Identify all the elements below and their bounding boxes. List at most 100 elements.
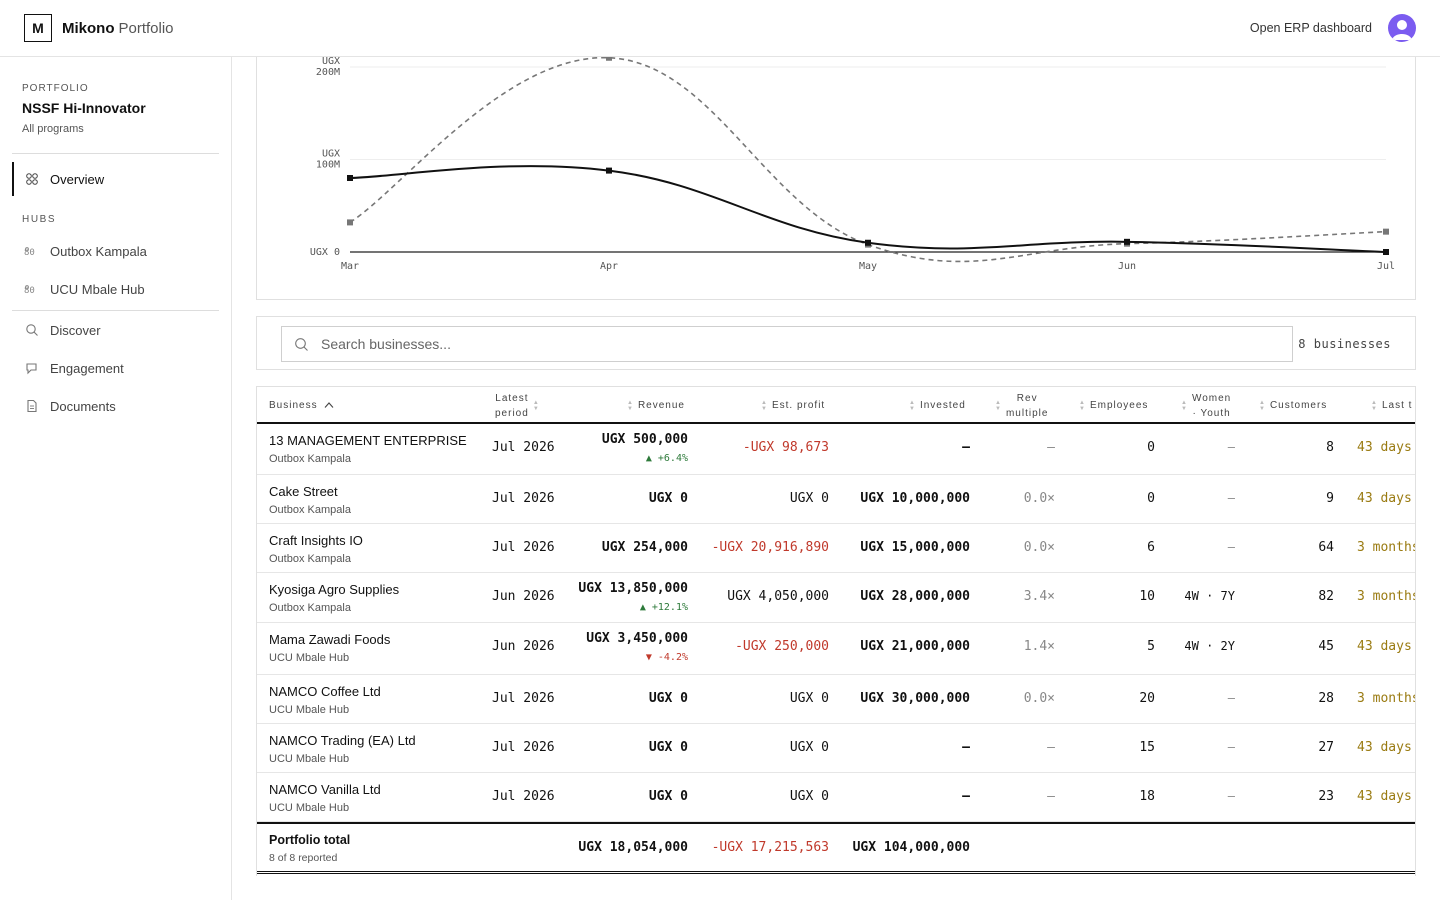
rev-multiple-value: 0.0× xyxy=(1023,691,1055,706)
latest-period: Jul 2026 xyxy=(492,540,555,555)
sort-icon: ▲ ▼ xyxy=(909,399,916,412)
business-hub: Outbox Kampala xyxy=(269,453,351,465)
hub-icon: 80 xyxy=(24,281,40,297)
sidebar-item-discover[interactable]: Discover xyxy=(12,313,219,347)
sidebar-item-documents[interactable]: Documents xyxy=(12,389,219,423)
employees-value: 20 xyxy=(1139,691,1155,706)
sort-icon: ▲ ▼ xyxy=(995,399,1002,412)
revenue-delta: ▲ +6.4% xyxy=(645,453,688,464)
business-name: Craft Insights IO xyxy=(269,533,363,548)
revenue-value: UGX 0 xyxy=(648,491,688,506)
sidebar-item-ucu-mbale-hub[interactable]: 80 UCU Mbale Hub xyxy=(12,272,219,306)
sidebar-item-outbox-kampala[interactable]: 80 Outbox Kampala xyxy=(12,234,219,268)
customers-value: 28 xyxy=(1318,691,1334,706)
column-header-revenue[interactable]: ▲ ▼ Revenue xyxy=(623,387,685,424)
customers-value: 27 xyxy=(1318,740,1334,755)
revenue-value: UGX 13,850,000 xyxy=(578,581,688,596)
portfolio-sub: All programs xyxy=(22,123,84,135)
user-icon xyxy=(1392,20,1412,40)
column-header-employees[interactable]: ▲ ▼ Employees xyxy=(1075,387,1148,424)
table-row[interactable]: NAMCO Trading (EA) Ltd UCU Mbale Hub Jul 2… xyxy=(257,724,1415,773)
brand: Mikono Portfolio xyxy=(62,20,174,37)
table-row[interactable]: NAMCO Coffee Ltd UCU Mbale Hub Jul 2026 UGX… xyxy=(257,675,1416,724)
latest-period: Jun 2026 xyxy=(492,589,555,604)
column-label-line: period xyxy=(495,407,529,419)
sidebar-item-engagement[interactable]: Engagement xyxy=(12,351,219,385)
customers-value: 9 xyxy=(1326,491,1334,506)
last-update-value: 43 days xyxy=(1357,789,1412,804)
profit-value: UGX 4,050,000 xyxy=(727,589,829,604)
rev-multiple-value: — xyxy=(1047,740,1055,755)
customers-value: 64 xyxy=(1318,540,1334,555)
women-youth-value: — xyxy=(1227,740,1235,754)
profit-value: -UGX 250,000 xyxy=(735,639,829,654)
invested-value: — xyxy=(962,440,970,455)
column-header-invested[interactable]: ▲ ▼ Invested xyxy=(905,387,966,424)
hub-icon: 80 xyxy=(24,243,40,259)
column-header-est-profit[interactable]: ▲ ▼ Est. profit xyxy=(757,387,825,424)
employees-value: 0 xyxy=(1147,440,1155,455)
column-header-rev-multiple[interactable]: ▲ ▼ Rev multiple xyxy=(991,387,1048,424)
series-line-0 xyxy=(349,165,1387,253)
revenue-chart: UGX 0UGX100MUGX200MMar Apr May Jun Jul xyxy=(310,57,1395,272)
last-update-value: 3 months xyxy=(1357,691,1416,706)
column-header-business[interactable]: Business xyxy=(269,387,334,424)
open-erp-link[interactable]: Open ERP dashboard xyxy=(1250,21,1372,35)
avatar[interactable] xyxy=(1388,14,1416,42)
sidebar-divider xyxy=(12,310,219,311)
women-youth-value: — xyxy=(1227,789,1235,803)
table-row[interactable]: Cake Street Outbox Kampala Jul 2026 UGX 0 UG… xyxy=(257,475,1415,524)
employees-value: 6 xyxy=(1147,540,1155,555)
column-header-last[interactable]: ▲ ▼ Last t xyxy=(1367,387,1412,424)
column-header-women-youth[interactable]: ▲ ▼ Women · Youth xyxy=(1177,387,1231,424)
sidebar-item-label: Outbox Kampala xyxy=(50,243,147,259)
x-tick-label: Jun xyxy=(1118,261,1136,272)
sidebar-item-overview[interactable]: Overview xyxy=(12,162,219,196)
data-point xyxy=(606,167,612,174)
last-update-value: 43 days xyxy=(1357,740,1412,755)
y-tick-label: UGX xyxy=(322,57,340,67)
sort-icon: ▲ ▼ xyxy=(1259,399,1266,412)
revenue-value: UGX 3,450,000 xyxy=(586,631,688,646)
column-header-latest-period[interactable]: Latest period ▲ ▼ xyxy=(495,387,544,424)
logo[interactable]: M xyxy=(24,14,52,42)
column-label: Invested xyxy=(919,400,966,411)
women-youth-value: — xyxy=(1227,691,1235,705)
data-point xyxy=(347,219,353,226)
business-table: Business Latest period ▲ ▼ ▲ ▼ Revenue ▲ ▼ E… xyxy=(256,386,1416,876)
customers-value: 23 xyxy=(1318,789,1334,804)
table-row[interactable]: Craft Insights IO Outbox Kampala Jul 2026 U… xyxy=(257,524,1416,573)
column-label: Est. profit xyxy=(771,400,826,411)
last-update-value: 3 months xyxy=(1357,540,1416,555)
y-tick-label: UGX 0 xyxy=(310,247,340,258)
invested-value: — xyxy=(962,740,970,755)
profit-value: UGX 0 xyxy=(789,491,829,506)
business-hub: Outbox Kampala xyxy=(269,504,351,516)
business-name: Kyosiga Agro Supplies xyxy=(269,582,400,597)
y-tick-label: 100M xyxy=(316,160,340,171)
business-hub: UCU Mbale Hub xyxy=(269,652,350,664)
sort-icon: ▲ ▼ xyxy=(627,399,634,412)
business-name: NAMCO Trading (EA) Ltd xyxy=(269,733,416,748)
table-row[interactable]: 13 MANAGEMENT ENTERPRISE Outbox Kampala Ju… xyxy=(257,424,1415,475)
business-name: NAMCO Coffee Ltd xyxy=(269,684,381,699)
revenue-value: UGX 254,000 xyxy=(601,540,688,555)
data-point xyxy=(1383,249,1389,255)
sidebar-item-label: Overview xyxy=(50,171,105,187)
revenue-delta: ▲ +12.1% xyxy=(639,602,688,613)
sort-icon: ▲ ▼ xyxy=(761,399,768,412)
total-revenue: UGX 18,054,000 xyxy=(578,840,688,855)
total-profit: -UGX 17,215,563 xyxy=(711,840,829,855)
search-box[interactable] xyxy=(281,326,1293,362)
customers-value: 45 xyxy=(1318,639,1334,654)
sidebar-divider xyxy=(12,153,219,154)
business-name: NAMCO Vanilla Ltd xyxy=(269,782,381,797)
table-row[interactable]: NAMCO Vanilla Ltd UCU Mbale Hub Jul 2026 UG… xyxy=(257,773,1415,822)
column-label-line: · Youth xyxy=(1192,407,1231,419)
search-input[interactable] xyxy=(321,336,1221,352)
table-row[interactable]: Kyosiga Agro Supplies Outbox Kampala Jun 2… xyxy=(257,573,1415,623)
table-row[interactable]: Mama Zawadi Foods UCU Mbale Hub Jun 2026 UG… xyxy=(257,623,1415,675)
portfolio-name[interactable]: NSSF Hi-Innovator xyxy=(22,100,146,116)
column-header-customers[interactable]: ▲ ▼ Customers xyxy=(1255,387,1327,424)
total-invested: UGX 104,000,000 xyxy=(852,840,970,855)
